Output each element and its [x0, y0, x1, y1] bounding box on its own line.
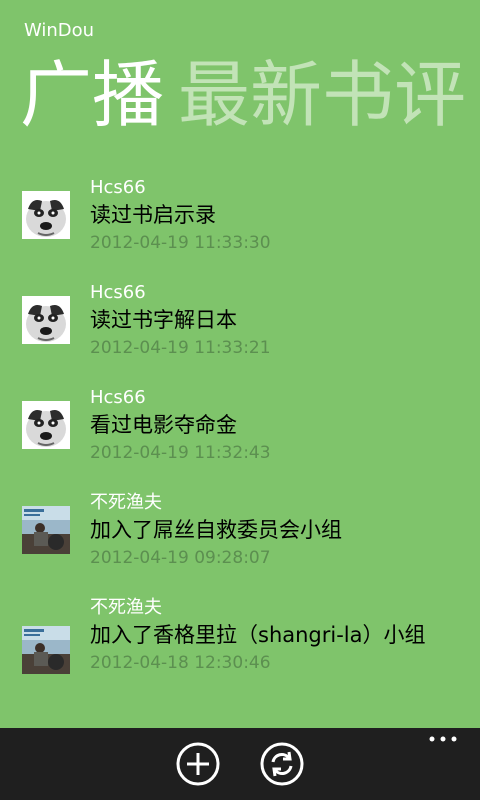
activity-text[interactable]: 读过书字解日本 [90, 305, 450, 335]
list-item[interactable]: Hcs66 读过书启示录 2012-04-19 11:33:30 [22, 176, 462, 281]
photo-avatar-icon [22, 626, 70, 674]
user-name[interactable]: Hcs66 [90, 176, 450, 200]
activity-text[interactable]: 读过书启示录 [90, 200, 450, 230]
timestamp: 2012-04-19 11:33:21 [90, 338, 271, 358]
avatar[interactable] [22, 506, 70, 554]
husky-avatar-icon [22, 296, 70, 344]
list-item[interactable]: 不死渔夫 加入了屌丝自救委员会小组 2012-04-19 09:28:07 [22, 491, 462, 596]
refresh-button[interactable] [260, 742, 304, 786]
ellipsis-icon[interactable] [428, 734, 458, 744]
timestamp: 2012-04-19 09:28:07 [90, 548, 271, 568]
list-item[interactable]: Hcs66 读过书字解日本 2012-04-19 11:33:21 [22, 281, 462, 386]
pivot-header: 广播 最新书评 [20, 50, 480, 140]
avatar[interactable] [22, 626, 70, 674]
activity-text[interactable]: 看过电影夺命金 [90, 410, 450, 440]
avatar[interactable] [22, 191, 70, 239]
photo-avatar-icon [22, 506, 70, 554]
avatar[interactable] [22, 296, 70, 344]
timestamp: 2012-04-19 11:33:30 [90, 233, 271, 253]
timestamp: 2012-04-18 12:30:46 [90, 653, 271, 673]
user-name[interactable]: Hcs66 [90, 281, 450, 305]
user-name[interactable]: 不死渔夫 [90, 491, 450, 515]
husky-avatar-icon [22, 191, 70, 239]
activity-text[interactable]: 加入了屌丝自救委员会小组 [90, 515, 450, 545]
timestamp: 2012-04-19 11:32:43 [90, 443, 271, 463]
user-name[interactable]: Hcs66 [90, 386, 450, 410]
add-button[interactable] [176, 742, 220, 786]
app-title: WinDou [24, 20, 95, 41]
list-item[interactable]: Hcs66 看过电影夺命金 2012-04-19 11:32:43 [22, 386, 462, 491]
activity-text[interactable]: 加入了香格里拉（shangri-la）小组 [90, 620, 450, 650]
tab-latest-reviews[interactable]: 最新书评 [178, 53, 466, 137]
app-bar [0, 728, 480, 800]
user-name[interactable]: 不死渔夫 [90, 596, 450, 620]
feed-list: Hcs66 读过书启示录 2012-04-19 11:33:30 Hcs66 读… [22, 176, 462, 728]
avatar[interactable] [22, 401, 70, 449]
tab-broadcast[interactable]: 广播 [20, 53, 164, 137]
list-item[interactable]: 不死渔夫 加入了香格里拉（shangri-la）小组 2012-04-18 12… [22, 596, 462, 728]
husky-avatar-icon [22, 401, 70, 449]
